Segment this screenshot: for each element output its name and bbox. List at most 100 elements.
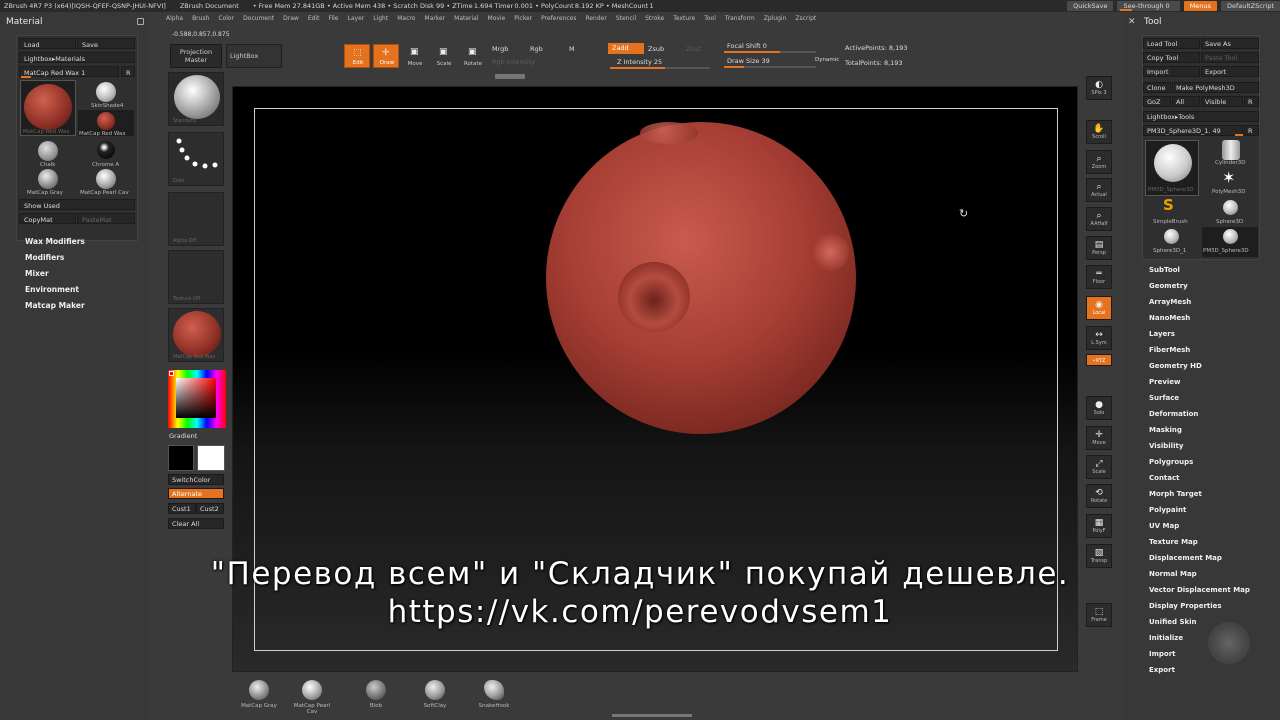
menu-visibility[interactable]: Visibility <box>1149 442 1183 450</box>
cust2-button[interactable]: Cust2 <box>196 503 224 514</box>
make-polymesh-button[interactable]: Make PolyMesh3D <box>1172 82 1259 93</box>
matcap-pearl-sphere[interactable] <box>96 169 116 189</box>
menu-unified-skin[interactable]: Unified Skin <box>1149 618 1197 626</box>
m-button[interactable]: M <box>569 45 575 53</box>
focal-shift-slider[interactable]: Focal Shift 0 <box>727 42 767 50</box>
zadd-button[interactable]: Zadd <box>608 43 644 54</box>
material-thumb-selected[interactable]: MatCap Red Wax <box>20 80 76 136</box>
z-intensity-track[interactable] <box>610 67 710 69</box>
menu-display-properties[interactable]: Display Properties <box>1149 602 1222 610</box>
menu-wax-modifiers[interactable]: Wax Modifiers <box>25 237 85 246</box>
menu-zplugin[interactable]: Zplugin <box>764 15 787 27</box>
menu-zscript[interactable]: Zscript <box>795 15 816 27</box>
zcut-button[interactable]: Zcut <box>686 45 701 53</box>
menu-environment[interactable]: Environment <box>25 285 79 294</box>
zoom-button[interactable]: ⌕ Zoom <box>1086 150 1112 174</box>
menu-movie[interactable]: Movie <box>488 15 506 27</box>
save-as-button[interactable]: Save As <box>1201 38 1259 49</box>
menu-texture-map[interactable]: Texture Map <box>1149 538 1198 546</box>
rotate-button[interactable]: ▣ Rotate <box>460 44 486 68</box>
goz-all-button[interactable]: All <box>1172 96 1200 107</box>
bottom-brush-softclay[interactable]: SoftClay <box>413 678 457 712</box>
goz-r-button[interactable]: R <box>1244 96 1259 107</box>
menu-surface[interactable]: Surface <box>1149 394 1179 402</box>
z-intensity-slider[interactable]: Z Intensity 25 <box>617 58 662 66</box>
menu-displacement-map[interactable]: Displacement Map <box>1149 554 1222 562</box>
menu-vector-displacement-map[interactable]: Vector Displacement Map <box>1149 586 1250 594</box>
alternate-button[interactable]: Alternate <box>168 488 224 499</box>
bottom-brush-snakehook[interactable]: SnakeHook <box>472 678 516 712</box>
scale-button[interactable]: ▣ Scale <box>431 44 457 68</box>
matcap-gray-sphere[interactable] <box>38 169 58 189</box>
show-used-button[interactable]: Show Used <box>19 199 135 210</box>
scroll-button[interactable]: ✋ Scroll <box>1086 120 1112 144</box>
edit-button[interactable]: ⬚ Edit <box>344 44 370 68</box>
menu-stroke[interactable]: Stroke <box>645 15 664 27</box>
menu-matcap-maker[interactable]: Matcap Maker <box>25 301 85 310</box>
quicksave-button[interactable]: QuickSave <box>1067 1 1114 11</box>
menu-uv-map[interactable]: UV Map <box>1149 522 1179 530</box>
frame-button[interactable]: ⬚ Frame <box>1086 603 1112 627</box>
lightbox-materials-button[interactable]: Lightbox▸Materials <box>19 52 135 63</box>
aahalf-button[interactable]: ⌕ AAHalf <box>1086 207 1112 231</box>
menu-modifiers[interactable]: Modifiers <box>25 253 64 262</box>
zsub-button[interactable]: Zsub <box>648 45 664 53</box>
color-picker[interactable] <box>168 370 226 428</box>
solo-button[interactable]: ● Solo <box>1086 396 1112 420</box>
secondary-color-swatch[interactable] <box>197 445 225 471</box>
menu-file[interactable]: File <box>328 15 338 27</box>
goz-visible-button[interactable]: Visible <box>1201 96 1243 107</box>
bottom-material-gray[interactable]: MatCap Gray <box>237 678 281 712</box>
move-view-button[interactable]: ✛ Move <box>1086 426 1112 450</box>
material-slot[interactable]: MatCap Red Wax <box>168 308 224 362</box>
bpr-button[interactable]: ◐ SPix 3 <box>1086 76 1112 100</box>
lightbox-tools-button[interactable]: Lightbox▸Tools <box>1143 111 1259 122</box>
rotate-view-button[interactable]: ⟲ Rotate <box>1086 484 1112 508</box>
copy-tool-button[interactable]: Copy Tool <box>1143 52 1200 63</box>
floor-button[interactable]: ═ Floor <box>1086 265 1112 289</box>
copymat-button[interactable]: CopyMat <box>19 213 76 224</box>
menu-polygroups[interactable]: Polygroups <box>1149 458 1193 466</box>
polyf-button[interactable]: ▦ PolyF <box>1086 514 1112 538</box>
switchcolor-button[interactable]: SwitchColor <box>168 474 224 485</box>
menu-layer[interactable]: Layer <box>348 15 365 27</box>
menu-transform[interactable]: Transform <box>725 15 755 27</box>
lightbox-button[interactable]: LightBox <box>226 44 282 68</box>
menu-document[interactable]: Document <box>243 15 274 27</box>
xyz-button[interactable]: •XYZ <box>1086 354 1112 366</box>
menu-import[interactable]: Import <box>1149 650 1176 658</box>
menu-material[interactable]: Material <box>454 15 478 27</box>
clear-all-button[interactable]: Clear All <box>168 518 224 529</box>
current-material-slider[interactable]: MatCap Red Wax 1 <box>19 66 119 77</box>
goz-button[interactable]: GoZ <box>1143 96 1171 107</box>
rgb-button[interactable]: Rgb <box>530 45 543 53</box>
menu-morph-target[interactable]: Morph Target <box>1149 490 1202 498</box>
mrgb-button[interactable]: Mrgb <box>492 45 508 53</box>
menu-marker[interactable]: Marker <box>424 15 445 27</box>
bottom-brush-blob[interactable]: Blob <box>354 678 398 712</box>
draw-size-track[interactable] <box>724 66 816 68</box>
sphere3d-tool-icon[interactable] <box>1223 200 1238 215</box>
menu-render[interactable]: Render <box>585 15 606 27</box>
menu-brush[interactable]: Brush <box>192 15 209 27</box>
skinshade-sphere[interactable] <box>96 82 116 102</box>
menu-texture[interactable]: Texture <box>673 15 695 27</box>
pastemat-button[interactable]: PasteMat <box>77 213 135 224</box>
stroke-slot[interactable]: Dots <box>168 132 224 186</box>
menu-mixer[interactable]: Mixer <box>25 269 49 278</box>
material-r-button[interactable]: R <box>121 66 135 77</box>
move-button[interactable]: ▣ Move <box>402 44 428 68</box>
menu-contact[interactable]: Contact <box>1149 474 1180 482</box>
menu-tool[interactable]: Tool <box>704 15 716 27</box>
menu-deformation[interactable]: Deformation <box>1149 410 1198 418</box>
transp-button[interactable]: ▧ Transp <box>1086 544 1112 568</box>
menu-export[interactable]: Export <box>1149 666 1175 674</box>
polymesh-star-icon[interactable]: ✶ <box>1222 168 1235 187</box>
menu-subtool[interactable]: SubTool <box>1149 266 1180 274</box>
paste-tool-button[interactable]: Paste Tool <box>1201 52 1259 63</box>
local-button[interactable]: ◉ Local <box>1086 296 1112 320</box>
menu-nanomesh[interactable]: NanoMesh <box>1149 314 1190 322</box>
sculpt-sphere-model[interactable] <box>546 122 856 434</box>
menu-initialize[interactable]: Initialize <box>1149 634 1183 642</box>
tool-r-button[interactable]: R <box>1244 125 1259 136</box>
